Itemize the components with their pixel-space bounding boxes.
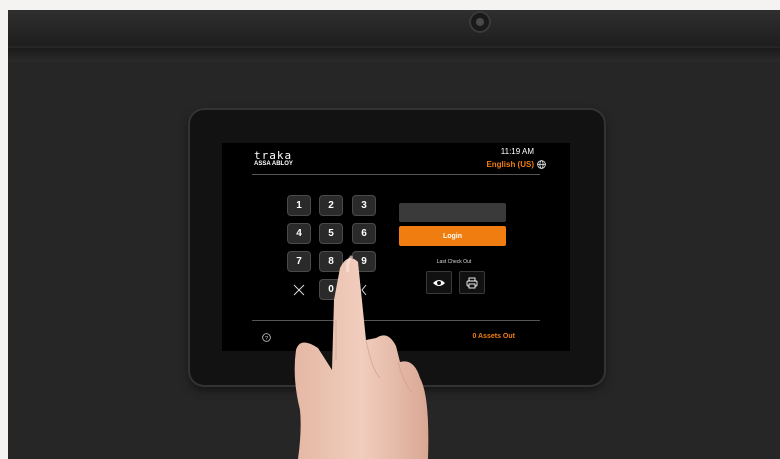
footer-divider <box>252 320 540 321</box>
key-9[interactable]: 9 <box>352 251 376 272</box>
help-icon[interactable]: ? <box>262 333 271 342</box>
key-6[interactable]: 6 <box>352 223 376 244</box>
assets-out-status[interactable]: 0 Assets Out <box>472 333 515 340</box>
key-1[interactable]: 1 <box>287 195 311 216</box>
key-3[interactable]: 3 <box>352 195 376 216</box>
close-icon <box>293 284 305 295</box>
key-7[interactable]: 7 <box>287 251 311 272</box>
login-button[interactable]: Login <box>399 226 506 246</box>
view-last-checkout-button[interactable] <box>426 271 452 294</box>
clear-button[interactable] <box>287 279 311 300</box>
last-checkout-label: Last Check Out <box>436 259 472 265</box>
language-selector[interactable]: English (US) <box>486 160 534 169</box>
printer-icon <box>466 277 478 288</box>
cabinet-seam <box>8 48 780 62</box>
key-5[interactable]: 5 <box>319 223 343 244</box>
key-0[interactable]: 0 <box>319 279 343 300</box>
assa-abloy-logo: ASSA ABLOY <box>254 161 293 167</box>
backspace-button[interactable] <box>352 279 376 300</box>
globe-icon[interactable] <box>537 160 546 169</box>
pin-input[interactable] <box>399 203 506 222</box>
key-2[interactable]: 2 <box>319 195 343 216</box>
key-8[interactable]: 8 <box>319 251 343 272</box>
touch-screen: traka ASSA ABLOY 11:19 AM English (US) 1… <box>222 143 570 351</box>
print-last-checkout-button[interactable] <box>459 271 485 294</box>
lock-icon <box>469 11 491 33</box>
cabinet-top-panel <box>8 10 780 46</box>
key-4[interactable]: 4 <box>287 223 311 244</box>
eye-icon <box>433 279 445 286</box>
chevron-left-icon <box>361 284 367 295</box>
clock: 11:19 AM <box>500 147 534 156</box>
header-divider <box>252 174 540 175</box>
